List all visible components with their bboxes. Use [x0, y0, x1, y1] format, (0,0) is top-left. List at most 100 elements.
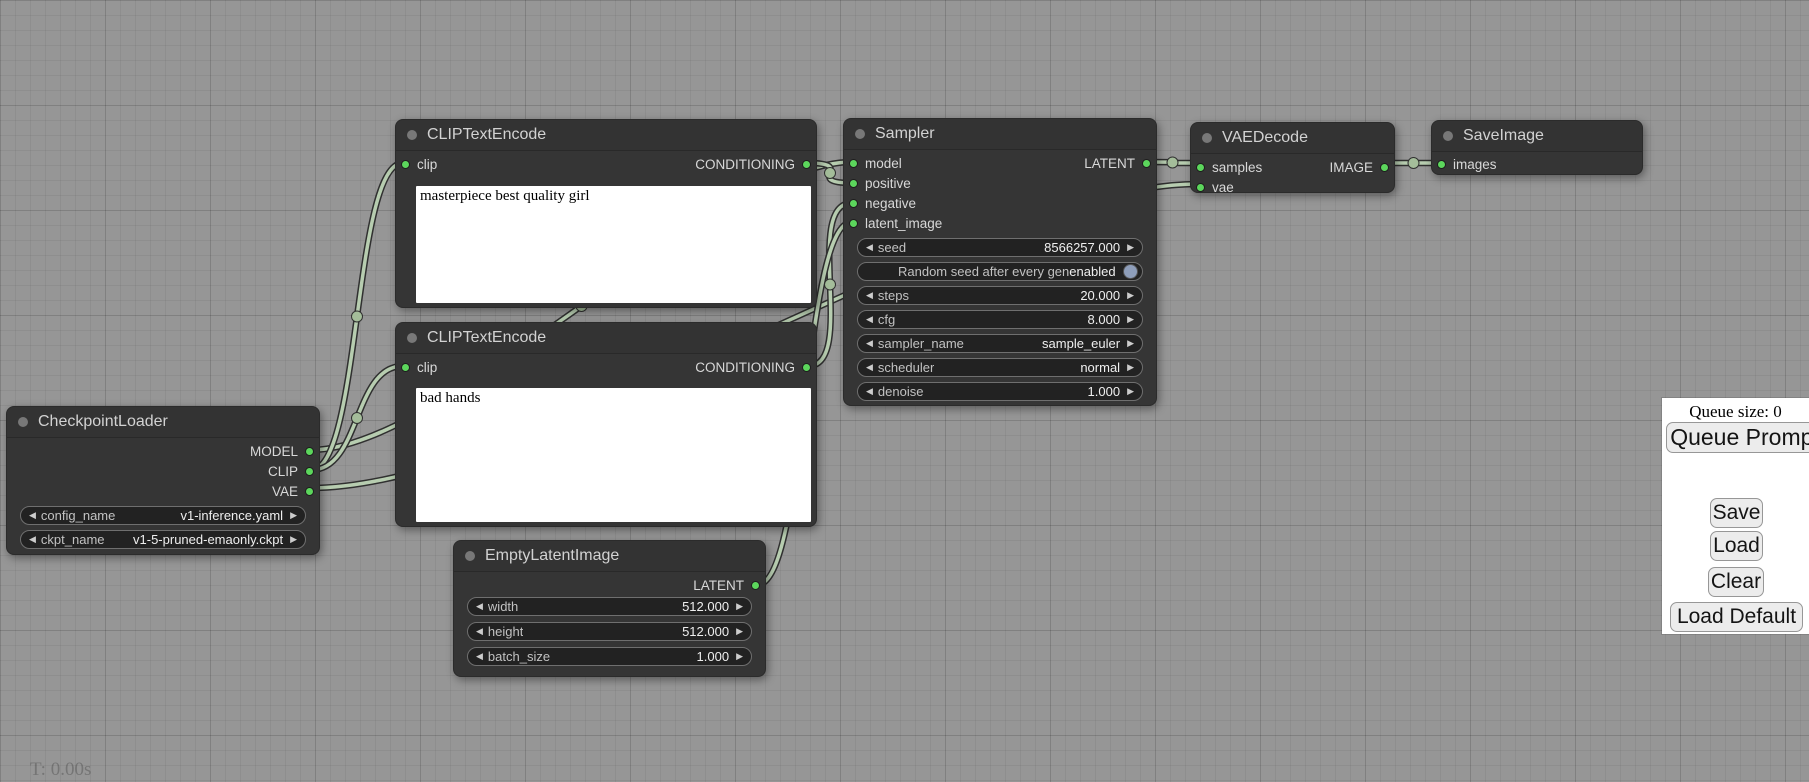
increment-arrow-icon[interactable]: ▶: [1127, 363, 1134, 372]
widget-seed[interactable]: ◀ seed 8566257.000 ▶: [857, 238, 1143, 257]
collapse-dot-icon[interactable]: [407, 333, 417, 343]
widget-width[interactable]: ◀ width 512.000 ▶: [467, 597, 752, 616]
node-title-bar[interactable]: EmptyLatentImage: [454, 541, 765, 572]
decrement-arrow-icon[interactable]: ◀: [866, 339, 873, 348]
node-title: SaveImage: [1463, 127, 1544, 145]
input-slot-icon[interactable]: [849, 159, 858, 168]
output-slot-icon[interactable]: [751, 581, 760, 590]
output-slot-icon[interactable]: [305, 467, 314, 476]
increment-arrow-icon[interactable]: ▶: [1127, 339, 1134, 348]
increment-arrow-icon[interactable]: ▶: [736, 652, 743, 661]
input-slot-icon[interactable]: [1196, 163, 1205, 172]
queue-panel: Queue size: 0 Queue Prompt Save Load Cle…: [1662, 398, 1809, 634]
decrement-arrow-icon[interactable]: ◀: [866, 315, 873, 324]
widget-ckpt-name[interactable]: ◀ ckpt_name v1-5-pruned-emaonly.ckpt ▶: [20, 530, 306, 549]
input-slot-icon[interactable]: [401, 363, 410, 372]
input-slot-icon[interactable]: [401, 160, 410, 169]
widget-height[interactable]: ◀ height 512.000 ▶: [467, 622, 752, 641]
widget-config-name[interactable]: ◀ config_name v1-inference.yaml ▶: [20, 506, 306, 525]
save-button[interactable]: Save: [1710, 498, 1763, 528]
decrement-arrow-icon[interactable]: ◀: [866, 387, 873, 396]
clear-button[interactable]: Clear: [1708, 567, 1764, 597]
node-checkpoint-loader[interactable]: CheckpointLoader MODEL CLIP VAE ◀ config…: [6, 406, 320, 555]
widget-scheduler[interactable]: ◀ scheduler normal ▶: [857, 358, 1143, 377]
widget-label: config_name: [41, 508, 115, 523]
queue-prompt-button[interactable]: Queue Prompt: [1666, 422, 1809, 453]
widget-value: 512.000: [682, 599, 729, 614]
increment-arrow-icon[interactable]: ▶: [1127, 387, 1134, 396]
toggle-circle-icon[interactable]: [1123, 264, 1138, 279]
widget-batch-size[interactable]: ◀ batch_size 1.000 ▶: [467, 647, 752, 666]
node-save-image[interactable]: SaveImage images: [1431, 120, 1643, 175]
widget-sampler-name[interactable]: ◀ sampler_name sample_euler ▶: [857, 334, 1143, 353]
collapse-dot-icon[interactable]: [1443, 131, 1453, 141]
input-slot-icon[interactable]: [849, 179, 858, 188]
decrement-arrow-icon[interactable]: ◀: [476, 602, 483, 611]
link-midpoint-dot[interactable]: [352, 413, 363, 424]
node-clip-text-encode-negative[interactable]: CLIPTextEncode clip CONDITIONING bad han…: [395, 322, 817, 527]
input-slot-icon[interactable]: [849, 219, 858, 228]
node-sampler[interactable]: Sampler model LATENT positive negative l…: [843, 118, 1157, 406]
input-slot-latent-image: latent_image: [844, 213, 1156, 233]
decrement-arrow-icon[interactable]: ◀: [866, 243, 873, 252]
collapse-dot-icon[interactable]: [465, 551, 475, 561]
prompt-textarea[interactable]: bad hands: [416, 388, 811, 522]
output-slot-icon[interactable]: [1380, 163, 1389, 172]
decrement-arrow-icon[interactable]: ◀: [476, 652, 483, 661]
node-clip-text-encode-positive[interactable]: CLIPTextEncode clip CONDITIONING masterp…: [395, 119, 817, 308]
node-empty-latent-image[interactable]: EmptyLatentImage LATENT ◀ width 512.000 …: [453, 540, 766, 677]
increment-arrow-icon[interactable]: ▶: [290, 511, 297, 520]
link-midpoint-dot[interactable]: [825, 279, 836, 290]
node-vae-decode[interactable]: VAEDecode samples IMAGE vae: [1190, 122, 1395, 193]
output-slot-icon[interactable]: [802, 363, 811, 372]
collapse-dot-icon[interactable]: [407, 130, 417, 140]
output-slot-conditioning: CONDITIONING: [695, 360, 811, 375]
node-title-bar[interactable]: CLIPTextEncode: [396, 120, 816, 151]
increment-arrow-icon[interactable]: ▶: [1127, 291, 1134, 300]
prompt-textarea[interactable]: masterpiece best quality girl: [416, 186, 811, 303]
link-midpoint-dot[interactable]: [825, 168, 836, 179]
collapse-dot-icon[interactable]: [1202, 133, 1212, 143]
output-slot-image: IMAGE: [1329, 160, 1389, 175]
node-title-bar[interactable]: SaveImage: [1432, 121, 1642, 152]
output-slot-icon[interactable]: [305, 447, 314, 456]
output-slot-icon[interactable]: [1142, 159, 1151, 168]
decrement-arrow-icon[interactable]: ◀: [29, 511, 36, 520]
increment-arrow-icon[interactable]: ▶: [736, 627, 743, 636]
collapse-dot-icon[interactable]: [18, 417, 28, 427]
decrement-arrow-icon[interactable]: ◀: [476, 627, 483, 636]
node-title-bar[interactable]: Sampler: [844, 119, 1156, 150]
widget-value: 8.000: [1088, 312, 1121, 327]
widget-value: 1.000: [697, 649, 730, 664]
node-title: VAEDecode: [1222, 129, 1308, 147]
widget-denoise[interactable]: ◀ denoise 1.000 ▶: [857, 382, 1143, 401]
load-button[interactable]: Load: [1710, 531, 1763, 561]
widget-value: v1-inference.yaml: [180, 508, 283, 523]
widget-random-seed-toggle[interactable]: Random seed after every gen enabled: [857, 262, 1143, 281]
node-title-bar[interactable]: CLIPTextEncode: [396, 323, 816, 354]
node-title-bar[interactable]: CheckpointLoader: [7, 407, 319, 438]
input-slot-icon[interactable]: [1437, 160, 1446, 169]
output-slot-icon[interactable]: [802, 160, 811, 169]
increment-arrow-icon[interactable]: ▶: [736, 602, 743, 611]
decrement-arrow-icon[interactable]: ◀: [866, 291, 873, 300]
link-midpoint-dot[interactable]: [352, 311, 363, 322]
input-slot-clip: clip: [401, 157, 437, 172]
link-midpoint-dot[interactable]: [1167, 157, 1178, 168]
output-slot-conditioning: CONDITIONING: [695, 157, 811, 172]
input-slot-icon[interactable]: [1196, 183, 1205, 192]
load-default-button[interactable]: Load Default: [1670, 602, 1803, 632]
increment-arrow-icon[interactable]: ▶: [290, 535, 297, 544]
output-label: LATENT: [1084, 156, 1135, 171]
widget-cfg[interactable]: ◀ cfg 8.000 ▶: [857, 310, 1143, 329]
input-slot-icon[interactable]: [849, 199, 858, 208]
output-slot-icon[interactable]: [305, 487, 314, 496]
collapse-dot-icon[interactable]: [855, 129, 865, 139]
link-midpoint-dot[interactable]: [1408, 158, 1419, 169]
node-title-bar[interactable]: VAEDecode: [1191, 123, 1394, 154]
increment-arrow-icon[interactable]: ▶: [1127, 315, 1134, 324]
decrement-arrow-icon[interactable]: ◀: [866, 363, 873, 372]
increment-arrow-icon[interactable]: ▶: [1127, 243, 1134, 252]
widget-steps[interactable]: ◀ steps 20.000 ▶: [857, 286, 1143, 305]
decrement-arrow-icon[interactable]: ◀: [29, 535, 36, 544]
